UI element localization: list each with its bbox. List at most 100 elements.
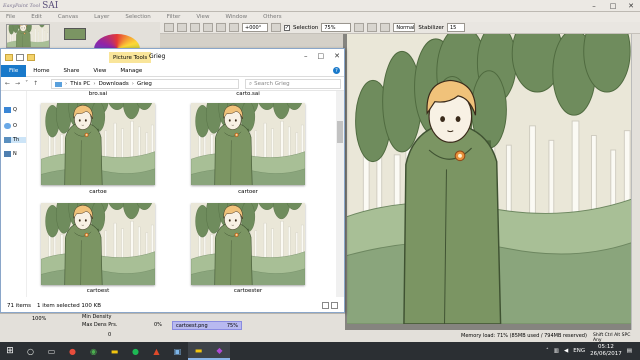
canvas-scrollbar[interactable] [631, 34, 640, 330]
menu-edit[interactable]: Edit [31, 14, 42, 20]
blend-field[interactable]: Normal [393, 23, 416, 32]
file-label[interactable]: bro.sai [38, 91, 158, 97]
file-thumbnail[interactable] [41, 203, 155, 285]
nav-onedrive[interactable]: O [4, 123, 17, 129]
layer-item-selected[interactable]: cartoest.png 75% [172, 321, 242, 330]
tool-icon[interactable] [367, 23, 378, 32]
file-label[interactable]: cartoester [188, 288, 308, 294]
file-label[interactable]: cartoest [38, 288, 158, 294]
chevron-down-icon[interactable]: ˅ [25, 80, 28, 87]
stabilizer-field[interactable]: 15 [447, 23, 465, 32]
tab-manage[interactable]: Manage [113, 65, 149, 77]
selection-label: Selection [293, 24, 319, 31]
spotify-icon[interactable]: ● [125, 342, 146, 360]
tool-icon[interactable] [190, 23, 200, 32]
layer-opacity: 75% [226, 322, 238, 329]
address-bar[interactable]: › This PC › Downloads › Grieg [51, 79, 239, 89]
explorer-status-bar: 71 items 1 item selected 100 KB [1, 300, 344, 312]
up-icon[interactable]: ↑ [33, 80, 38, 87]
clock[interactable]: 05:12 26/06/2017 [590, 344, 622, 358]
file-label[interactable]: cartoe [38, 189, 158, 195]
forward-icon[interactable]: → [15, 80, 20, 87]
chevron-up-icon[interactable]: ˄ [546, 348, 549, 354]
volume-icon[interactable]: ◀ [564, 348, 568, 354]
thumbnail-view-icon[interactable] [331, 302, 338, 309]
nav-network[interactable]: N [4, 151, 17, 157]
new-folder-icon[interactable] [27, 53, 35, 61]
sai-status-left: 0 [0, 330, 345, 342]
explorer-active-icon[interactable]: ▬ [188, 342, 209, 360]
tool-icon[interactable] [177, 23, 187, 32]
tab-share[interactable]: Share [56, 65, 86, 77]
menu-canvas[interactable]: Canvas [58, 14, 78, 20]
keyboard-language[interactable]: ENG [573, 348, 585, 354]
file-thumbnail[interactable] [191, 203, 305, 285]
menu-others[interactable]: Others [263, 14, 281, 20]
help-icon[interactable]: ? [333, 67, 340, 74]
opera-icon[interactable]: ● [62, 342, 83, 360]
file-list-scrollbar[interactable] [336, 91, 344, 297]
nav-quick-access[interactable]: Q [4, 107, 17, 113]
menu-selection[interactable]: Selection [125, 14, 150, 20]
minimize-icon[interactable]: – [304, 52, 308, 60]
file-explorer-icon[interactable]: ▬ [104, 342, 125, 360]
store-icon[interactable]: ▣ [167, 342, 188, 360]
file-label[interactable]: carto.sai [188, 91, 308, 97]
tab-home[interactable]: Home [26, 65, 56, 77]
explorer-address-row: ← → ˅ ↑ › This PC › Downloads › Grieg ⌕ … [1, 77, 344, 91]
minimize-icon[interactable]: – [585, 0, 603, 11]
file-thumbnail[interactable] [191, 103, 305, 185]
menu-layer[interactable]: Layer [94, 14, 109, 20]
back-icon[interactable]: ← [5, 80, 10, 87]
canvas[interactable] [347, 34, 631, 324]
tool-icon[interactable] [229, 23, 239, 32]
opacity-value[interactable]: 100% [32, 316, 46, 322]
zoom-field[interactable]: 75% [321, 23, 352, 32]
menu-file[interactable]: File [6, 14, 15, 20]
menu-window[interactable]: Window [225, 14, 247, 20]
maximize-icon[interactable]: □ [318, 52, 325, 60]
restore-icon[interactable]: □ [604, 0, 622, 11]
search-icon[interactable]: ○ [20, 342, 41, 360]
rotation-field[interactable]: +000° [242, 23, 268, 32]
breadcrumb-this-pc[interactable]: This PC [70, 81, 90, 87]
file-label[interactable]: cartoer [188, 189, 308, 195]
sai-active-icon[interactable]: ◆ [209, 342, 230, 360]
media-player-icon[interactable]: ▲ [146, 342, 167, 360]
min-density-value[interactable]: 0 [108, 332, 111, 338]
tool-icon[interactable] [380, 23, 391, 32]
breadcrumb-grieg[interactable]: Grieg [137, 81, 152, 87]
menu-filter[interactable]: Filter [167, 14, 181, 20]
menu-view[interactable]: View [196, 14, 209, 20]
tab-file[interactable]: File [1, 64, 27, 77]
tool-icon[interactable] [216, 23, 226, 32]
details-view-icon[interactable] [322, 302, 329, 309]
task-view-icon[interactable]: ▭ [41, 342, 62, 360]
file-thumbnail[interactable] [41, 103, 155, 185]
tool-icon[interactable] [164, 23, 174, 32]
close-icon[interactable]: ✕ [622, 0, 640, 11]
notifications-icon[interactable]: ▤ [627, 348, 632, 354]
quick-access-toolbar [5, 53, 35, 61]
tool-icon[interactable] [271, 23, 281, 32]
nav-this-pc[interactable]: Th [4, 137, 26, 143]
color-box[interactable] [64, 28, 86, 40]
folder-icon[interactable] [5, 53, 13, 61]
max-dens-value[interactable]: 0% [154, 322, 162, 328]
picture-tools-tab[interactable]: Picture Tools [109, 52, 152, 63]
properties-icon[interactable] [16, 53, 24, 61]
search-input[interactable]: ⌕ Search Grieg [245, 79, 341, 89]
tool-icon[interactable] [354, 23, 365, 32]
layer-name: cartoest.png [176, 322, 208, 329]
cloud-icon [4, 123, 11, 129]
breadcrumb-downloads[interactable]: Downloads [99, 81, 129, 87]
explorer-title: Grieg [149, 53, 166, 60]
navigation-pane: Q O Th N [1, 91, 27, 297]
selection-checkbox[interactable]: ✓ [284, 24, 290, 31]
close-icon[interactable]: ✕ [334, 52, 340, 60]
chrome-icon[interactable]: ◉ [83, 342, 104, 360]
tab-view[interactable]: View [86, 65, 113, 77]
network-icon[interactable]: ▥ [554, 348, 559, 354]
tool-icon[interactable] [203, 23, 213, 32]
windows-start-icon[interactable]: ⊞ [0, 342, 20, 360]
